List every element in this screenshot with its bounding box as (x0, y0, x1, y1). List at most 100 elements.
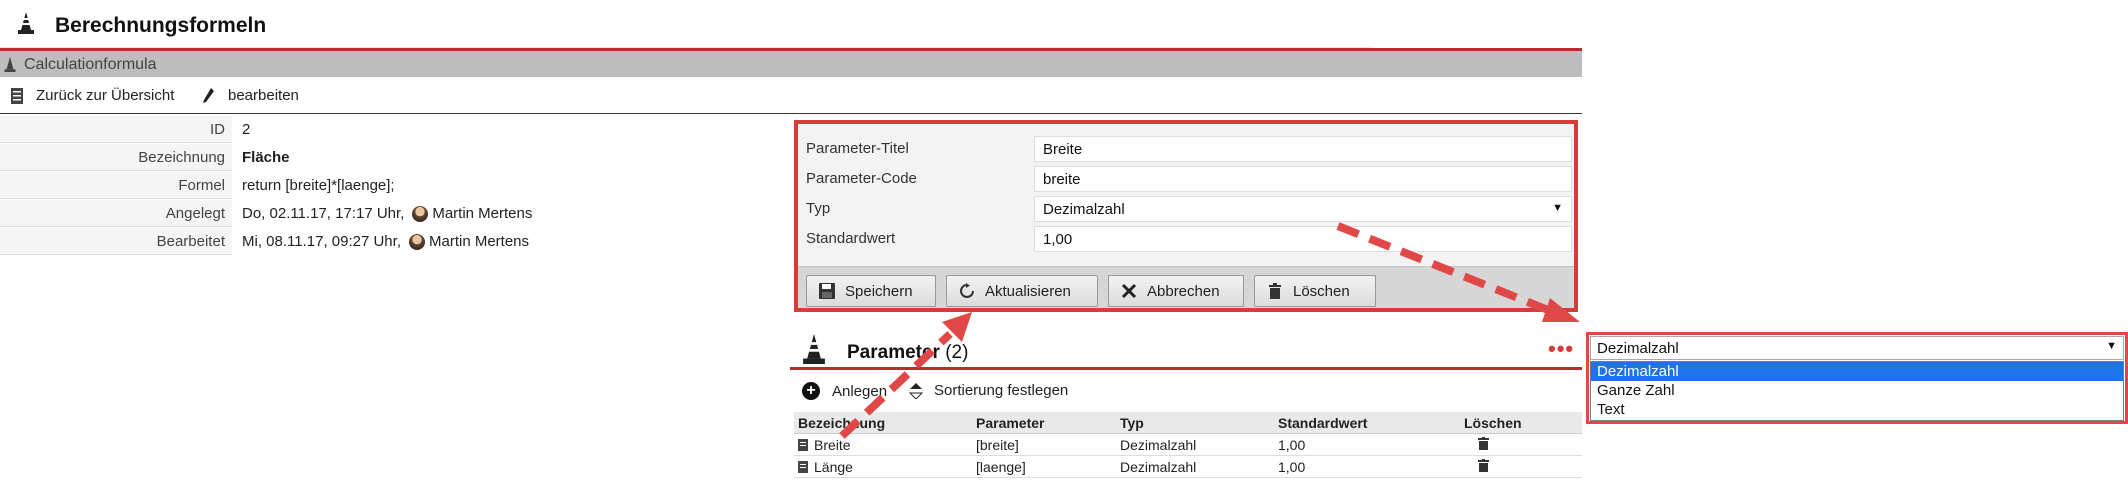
parameter-title-text: Parameter (847, 342, 940, 363)
update-button[interactable]: Aktualisieren (946, 275, 1098, 307)
cancel-button[interactable]: Abbrechen (1108, 275, 1244, 307)
detail-label: Bezeichnung (0, 144, 232, 171)
detail-row-id: ID 2 (0, 116, 790, 144)
more-options-icon[interactable]: ••• (1548, 336, 1574, 362)
toolbar: Zurück zur Übersicht bearbeiten (0, 79, 1582, 114)
pencil-icon (203, 87, 214, 103)
delete-button[interactable]: Löschen (1254, 275, 1376, 307)
chevron-down-icon: ▼ (2106, 340, 2117, 352)
detail-label: Bearbeitet (0, 228, 232, 255)
column-header: Löschen (1464, 415, 1522, 431)
table-row[interactable]: Breite [breite] Dezimalzahl 1,00 (794, 434, 1582, 456)
update-label: Aktualisieren (985, 282, 1071, 300)
add-label: Anlegen (832, 382, 888, 400)
row-name: Breite (814, 437, 851, 453)
column-header[interactable]: Standardwert (1278, 415, 1367, 431)
edited-date: Mi, 08.11.17, 09:27 Uhr, (242, 233, 401, 250)
column-header[interactable]: Typ (1120, 415, 1144, 431)
cone-icon (4, 57, 16, 72)
avatar (412, 205, 429, 222)
row-delete-button[interactable] (1478, 459, 1489, 472)
row-name-cell[interactable]: Länge (798, 459, 853, 475)
type-label: Typ (806, 200, 831, 217)
row-delete-button[interactable] (1478, 437, 1489, 450)
parameter-actions: + Anlegen Sortierung festlegen (790, 376, 1582, 410)
type-select[interactable]: Dezimalzahl ▼ (1034, 196, 1572, 222)
created-date: Do, 02.11.17, 17:17 Uhr, (242, 205, 405, 222)
section-title: Calculationformula (24, 56, 157, 73)
detail-row-created: Angelegt Do, 02.11.17, 17:17 Uhr, Martin… (0, 200, 790, 228)
cone-icon (802, 334, 826, 364)
document-icon (798, 461, 808, 473)
type-dropdown-select[interactable]: Dezimalzahl ▼ (1590, 336, 2124, 360)
avatar (409, 233, 425, 250)
document-icon (11, 87, 23, 104)
dropdown-option[interactable]: Ganze Zahl (1591, 381, 2123, 400)
detail-value: Do, 02.11.17, 17:17 Uhr, Martin Mertens (242, 205, 532, 222)
table-header: Bezeichnung Parameter Typ Standardwert L… (794, 412, 1582, 434)
trash-icon (1478, 437, 1489, 450)
save-label: Speichern (845, 282, 913, 300)
row-param: [breite] (976, 437, 1019, 453)
column-header[interactable]: Parameter (976, 415, 1045, 431)
table-row[interactable]: Länge [laenge] Dezimalzahl 1,00 (794, 456, 1582, 478)
save-icon (819, 283, 835, 299)
back-to-overview-link[interactable]: Zurück zur Übersicht (10, 87, 174, 104)
back-label: Zurück zur Übersicht (36, 87, 175, 104)
detail-row-name: Bezeichnung Fläche (0, 144, 790, 172)
cone-icon (18, 12, 34, 34)
delete-label: Löschen (1293, 282, 1350, 300)
chevron-down-icon: ▼ (1552, 202, 1563, 214)
parameter-count: (2) (945, 342, 969, 363)
parameter-code-label: Parameter-Code (806, 170, 917, 187)
save-button[interactable]: Speichern (806, 275, 936, 307)
document-icon (798, 439, 808, 451)
sort-label: Sortierung festlegen (934, 382, 1069, 399)
detail-row-edited: Bearbeitet Mi, 08.11.17, 09:27 Uhr, Mart… (0, 228, 790, 256)
detail-label: Formel (0, 172, 232, 199)
page-header: Berechnungsformeln (0, 0, 1372, 48)
form-button-bar: Speichern Aktualisieren Abbrechen Lösche… (798, 266, 1574, 308)
trash-icon (1478, 459, 1489, 472)
detail-label: Angelegt (0, 200, 232, 227)
trash-icon (1269, 283, 1281, 299)
dropdown-option[interactable]: Text (1591, 400, 2123, 419)
plus-circle-icon: + (802, 382, 820, 400)
add-parameter-button[interactable]: + Anlegen (802, 382, 887, 400)
detail-value: return [breite]*[laenge]; (242, 177, 395, 194)
detail-value: 2 (242, 121, 251, 138)
close-icon (1121, 283, 1137, 299)
sort-icon (908, 382, 924, 399)
parameter-section-title: Parameter (2) (847, 342, 968, 364)
row-default: 1,00 (1278, 437, 1306, 453)
detail-value: Fläche (242, 149, 290, 166)
parameter-edit-form: Parameter-Titel Breite Parameter-Code br… (794, 120, 1578, 312)
edit-link[interactable]: bearbeiten (202, 87, 299, 104)
edit-label: bearbeiten (228, 87, 299, 104)
dropdown-selected-value: Dezimalzahl (1597, 340, 1679, 357)
row-default: 1,00 (1278, 459, 1306, 475)
dropdown-option[interactable]: Dezimalzahl (1591, 362, 2123, 381)
default-value-label: Standardwert (806, 230, 896, 247)
detail-row-formula: Formel return [breite]*[laenge]; (0, 172, 790, 200)
row-type: Dezimalzahl (1120, 437, 1197, 453)
parameter-title-label: Parameter-Titel (806, 140, 909, 157)
dropdown-options: Dezimalzahl Ganze Zahl Text (1590, 361, 2124, 421)
type-select-value: Dezimalzahl (1043, 201, 1125, 218)
default-value-input[interactable]: 1,00 (1034, 226, 1572, 252)
edited-user[interactable]: Martin Mertens (429, 233, 529, 250)
page-title: Berechnungsformeln (55, 14, 267, 37)
section-header: Calculationformula (0, 48, 1582, 77)
detail-label: ID (0, 116, 232, 143)
row-name-cell[interactable]: Breite (798, 437, 851, 453)
sort-button[interactable]: Sortierung festlegen (908, 382, 1068, 399)
parameter-title-input[interactable]: Breite (1034, 136, 1572, 162)
created-user[interactable]: Martin Mertens (432, 205, 532, 222)
row-name: Länge (814, 459, 853, 475)
row-param: [laenge] (976, 459, 1026, 475)
type-dropdown-expanded: Dezimalzahl ▼ Dezimalzahl Ganze Zahl Tex… (1586, 332, 2128, 424)
cancel-label: Abbrechen (1147, 282, 1220, 300)
refresh-icon (960, 283, 974, 298)
column-header[interactable]: Bezeichnung (798, 415, 885, 431)
parameter-code-input[interactable]: breite (1034, 166, 1572, 192)
